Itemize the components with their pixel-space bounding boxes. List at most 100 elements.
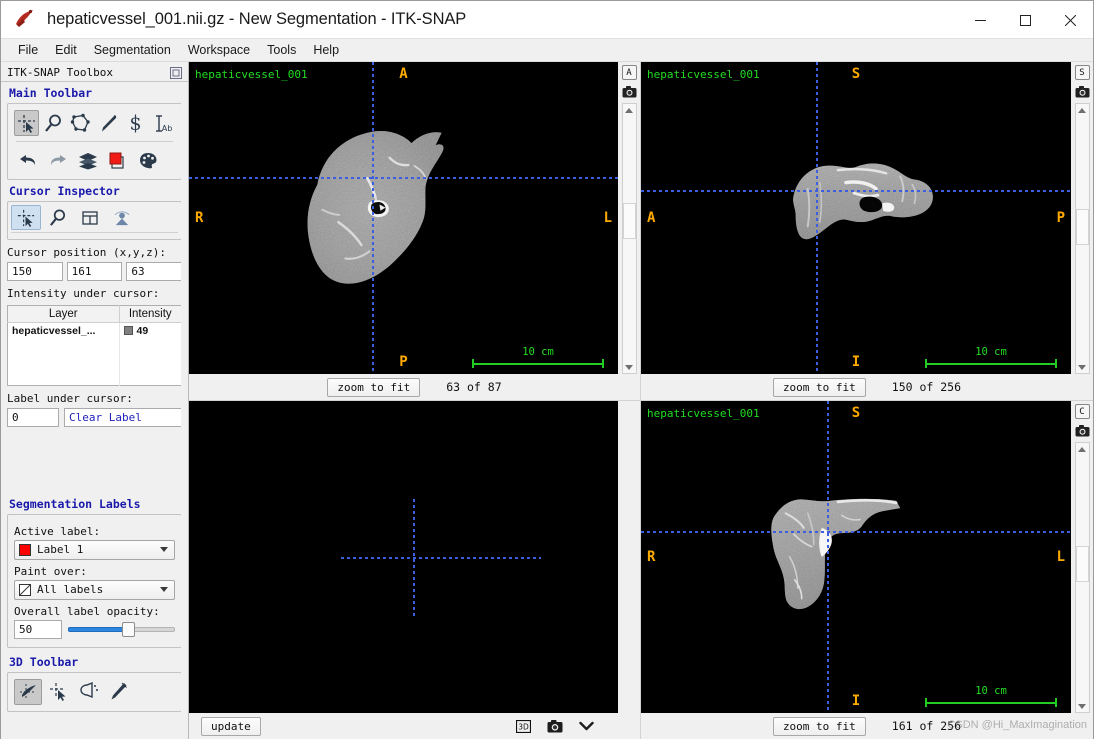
axial-scale-bar: 10 cm	[472, 346, 604, 368]
render3d-camera-icon[interactable]	[547, 719, 563, 733]
coronal-zoom-to-fit-button[interactable]: zoom to fit	[772, 716, 866, 736]
menu-file[interactable]: File	[10, 40, 46, 60]
cursor-inspector-tabs	[11, 205, 178, 233]
menu-tools[interactable]: Tools	[259, 40, 304, 60]
close-button[interactable]	[1048, 1, 1093, 39]
toolbox-scrollbar[interactable]	[181, 82, 188, 739]
sagittal-scroll-thumb[interactable]	[1075, 209, 1089, 245]
axial-scroll-down-arrow[interactable]	[623, 361, 636, 373]
zoom-pan-tool-button[interactable]	[41, 110, 66, 136]
axial-slice-scrollbar[interactable]	[621, 103, 637, 374]
menu-workspace[interactable]: Workspace	[180, 40, 258, 60]
coronal-view-letter-button[interactable]: C	[1074, 404, 1090, 419]
layers-icon[interactable]	[74, 147, 102, 173]
axial-body: hepaticvessel_001 A P R L 10 cm A	[189, 62, 640, 374]
sagittal-scroll-up-arrow[interactable]	[1076, 104, 1089, 116]
coronal-scroll-thumb[interactable]	[1075, 546, 1089, 582]
cell-intensity-value: 49	[119, 322, 182, 339]
sagittal-camera-icon[interactable]	[1075, 85, 1090, 98]
palette-icon[interactable]	[134, 147, 162, 173]
redo-icon[interactable]	[44, 147, 72, 173]
3d-scalpel-tool-button[interactable]	[104, 679, 132, 705]
axial-scroll-up-arrow[interactable]	[623, 104, 636, 116]
cursor-z-input[interactable]: 63	[126, 262, 183, 281]
maximize-button[interactable]	[1003, 1, 1048, 39]
chevron-down-icon[interactable]	[579, 721, 594, 731]
coronal-slice-scrollbar[interactable]	[1074, 442, 1090, 713]
toolbar-3d-title: 3D Toolbar	[9, 654, 79, 669]
sagittal-view-letter-button[interactable]: S	[1074, 65, 1090, 80]
cursor-y-input[interactable]: 161	[66, 262, 123, 281]
undo-icon[interactable]	[14, 147, 42, 173]
label-id-input[interactable]: 0	[7, 407, 59, 427]
viewport-sagittal: hepaticvessel_001 S I A P 10 cm S zoom t…	[641, 62, 1093, 401]
empty-cell-left	[7, 339, 120, 385]
axial-camera-icon[interactable]	[622, 85, 637, 98]
3d-pick-tool-button[interactable]	[44, 679, 72, 705]
3d-view-icon[interactable]: 3D	[516, 719, 531, 733]
axial-scroll-thumb[interactable]	[622, 203, 636, 239]
toolbox-title: ITK-SNAP Toolbox	[7, 66, 113, 79]
sagittal-scale-bar-line	[925, 363, 1057, 365]
polygon-tool-button[interactable]	[68, 110, 93, 136]
intensity-label: Intensity under cursor:	[7, 287, 160, 300]
render3d-crosshair-vertical[interactable]	[413, 499, 415, 619]
paint-over-dropdown[interactable]: All labels	[14, 579, 175, 600]
render3d-crosshair-horizontal[interactable]	[341, 557, 541, 559]
toolbox-header: ITK-SNAP Toolbox	[1, 62, 188, 82]
render3d-body	[189, 401, 640, 713]
sagittal-slice-scrollbar[interactable]	[1074, 103, 1090, 374]
3d-spraypaint-tool-button[interactable]	[74, 679, 102, 705]
coronal-side-controls: C	[1071, 401, 1093, 713]
coronal-camera-icon[interactable]	[1075, 424, 1090, 437]
render3d-footer-icons: 3D	[516, 719, 594, 733]
annotation-tool-button[interactable]: Ab	[150, 110, 175, 136]
intensity-number: 49	[136, 325, 149, 337]
coronal-scroll-down-arrow[interactable]	[1076, 700, 1089, 712]
coronal-scale-bar-line	[925, 702, 1057, 704]
sagittal-scroll-down-arrow[interactable]	[1076, 361, 1089, 373]
window-controls	[958, 1, 1093, 39]
3d-crosshair-tool-button[interactable]	[14, 678, 42, 705]
intensity-curve-tab[interactable]	[107, 205, 137, 230]
opacity-slider[interactable]	[68, 621, 175, 637]
axial-view-letter-button[interactable]: A	[621, 65, 637, 80]
minimize-button[interactable]	[958, 1, 1003, 39]
coronal-scale-text: 10 cm	[975, 685, 1007, 697]
paintbrush-tool-button[interactable]	[96, 110, 121, 136]
menu-help[interactable]: Help	[305, 40, 347, 60]
viewport-coronal: hepaticvessel_001 S I R L 10 cm C zoom t…	[641, 401, 1093, 739]
main-toolbar-title: Main Toolbar	[9, 86, 93, 100]
chevron-down-icon	[160, 587, 168, 592]
render3d-canvas[interactable]	[189, 401, 618, 713]
opacity-input[interactable]: 50	[14, 619, 62, 639]
table-row[interactable]: hepaticvessel_... 49	[7, 322, 182, 339]
coronal-canvas[interactable]: hepaticvessel_001 S I R L 10 cm	[641, 401, 1071, 713]
axial-canvas[interactable]: hepaticvessel_001 A P R L 10 cm	[189, 62, 618, 374]
render3d-update-button[interactable]: update	[201, 716, 261, 736]
viewport-3d-render: update 3D	[189, 401, 641, 739]
sagittal-canvas[interactable]: hepaticvessel_001 S I A P 10 cm	[641, 62, 1071, 374]
menu-segmentation[interactable]: Segmentation	[86, 40, 179, 60]
snake-tool-button[interactable]: S	[123, 110, 148, 136]
menu-edit[interactable]: Edit	[47, 40, 85, 60]
zoom-inspector-tab[interactable]	[43, 205, 73, 230]
grid-inspector-tab[interactable]	[75, 205, 105, 230]
sagittal-zoom-to-fit-button[interactable]: zoom to fit	[772, 377, 866, 397]
paint-over-icon	[19, 583, 31, 596]
crosshair-tool-button[interactable]	[14, 110, 40, 136]
active-label-dropdown[interactable]: Label 1	[14, 539, 175, 560]
cursor-x-input[interactable]: 150	[7, 262, 63, 281]
label-name-input[interactable]: Clear Label	[64, 407, 182, 427]
axial-zoom-to-fit-button[interactable]: zoom to fit	[327, 377, 421, 397]
coronal-scroll-up-arrow[interactable]	[1076, 443, 1089, 455]
popout-icon[interactable]	[170, 66, 182, 79]
slider-knob[interactable]	[121, 621, 135, 637]
app-logo-icon	[13, 8, 39, 32]
label-color-icon[interactable]	[104, 147, 132, 173]
paint-over-label: Paint over:	[14, 564, 87, 578]
label-under-cursor-row: 0 Clear Label	[1, 407, 188, 427]
crosshair-inspector-tab[interactable]	[11, 205, 41, 230]
viewport-grid: hepaticvessel_001 A P R L 10 cm A zoom t…	[189, 62, 1093, 739]
window-title: hepaticvessel_001.nii.gz - New Segmentat…	[47, 10, 467, 28]
